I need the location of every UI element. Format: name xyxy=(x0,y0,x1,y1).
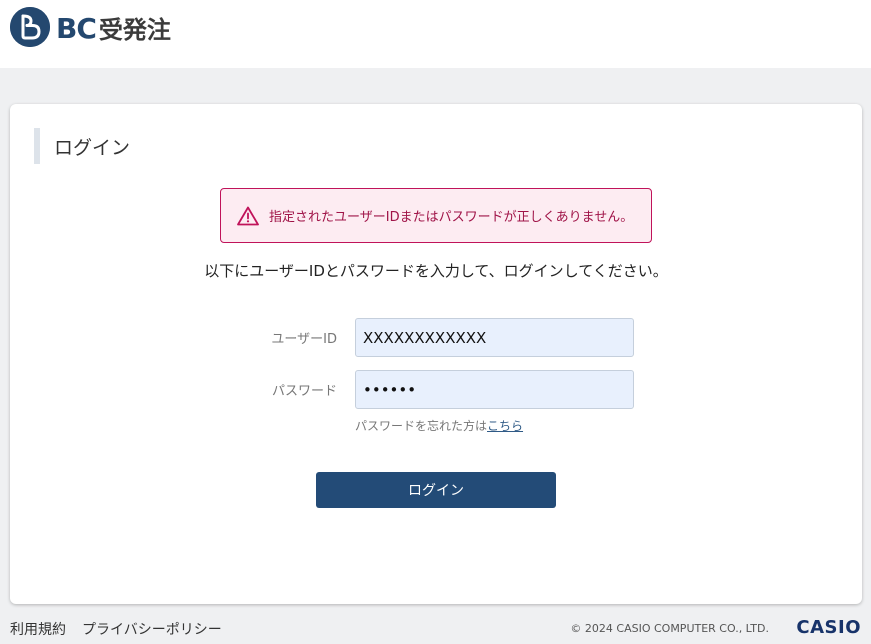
privacy-policy-link[interactable]: プライバシーポリシー xyxy=(82,619,222,639)
forgot-password-text: パスワードを忘れた方は xyxy=(355,419,488,433)
copyright-text: © 2024 CASIO COMPUTER CO., LTD. xyxy=(570,622,769,635)
user-id-label: ユーザーID xyxy=(271,332,337,347)
warning-icon xyxy=(237,206,259,225)
top-header: BC 受発注 xyxy=(0,0,871,68)
login-button[interactable]: ログイン xyxy=(316,472,556,508)
page-title: ログイン xyxy=(34,128,130,164)
password-row: パスワード xyxy=(10,370,862,409)
app-logo[interactable]: BC 受発注 xyxy=(10,7,171,47)
password-label: パスワード xyxy=(271,384,337,399)
error-message: 指定されたユーザーIDまたはパスワードが正しくありません。 xyxy=(269,210,634,225)
terms-link[interactable]: 利用規約 xyxy=(10,619,66,639)
user-id-input[interactable] xyxy=(355,318,634,357)
logo-app-name: 受発注 xyxy=(98,15,171,44)
logo-bc-text: BC xyxy=(56,11,97,45)
instruction-text: 以下にユーザーIDとパスワードを入力して、ログインしてください。 xyxy=(204,262,668,280)
password-input[interactable] xyxy=(355,370,634,409)
forgot-password-link[interactable]: こちら xyxy=(487,419,523,433)
forgot-password: パスワードを忘れた方はこちら xyxy=(355,417,523,434)
casio-logo: CASIO xyxy=(796,617,861,638)
bc-logo-icon xyxy=(10,7,50,47)
user-id-row: ユーザーID xyxy=(10,318,862,357)
login-card: ログイン 指定されたユーザーIDまたはパスワードが正しくありません。 以下にユー… xyxy=(10,104,862,604)
footer: 利用規約 プライバシーポリシー © 2024 CASIO COMPUTER CO… xyxy=(0,612,871,644)
error-alert: 指定されたユーザーIDまたはパスワードが正しくありません。 xyxy=(220,188,652,243)
